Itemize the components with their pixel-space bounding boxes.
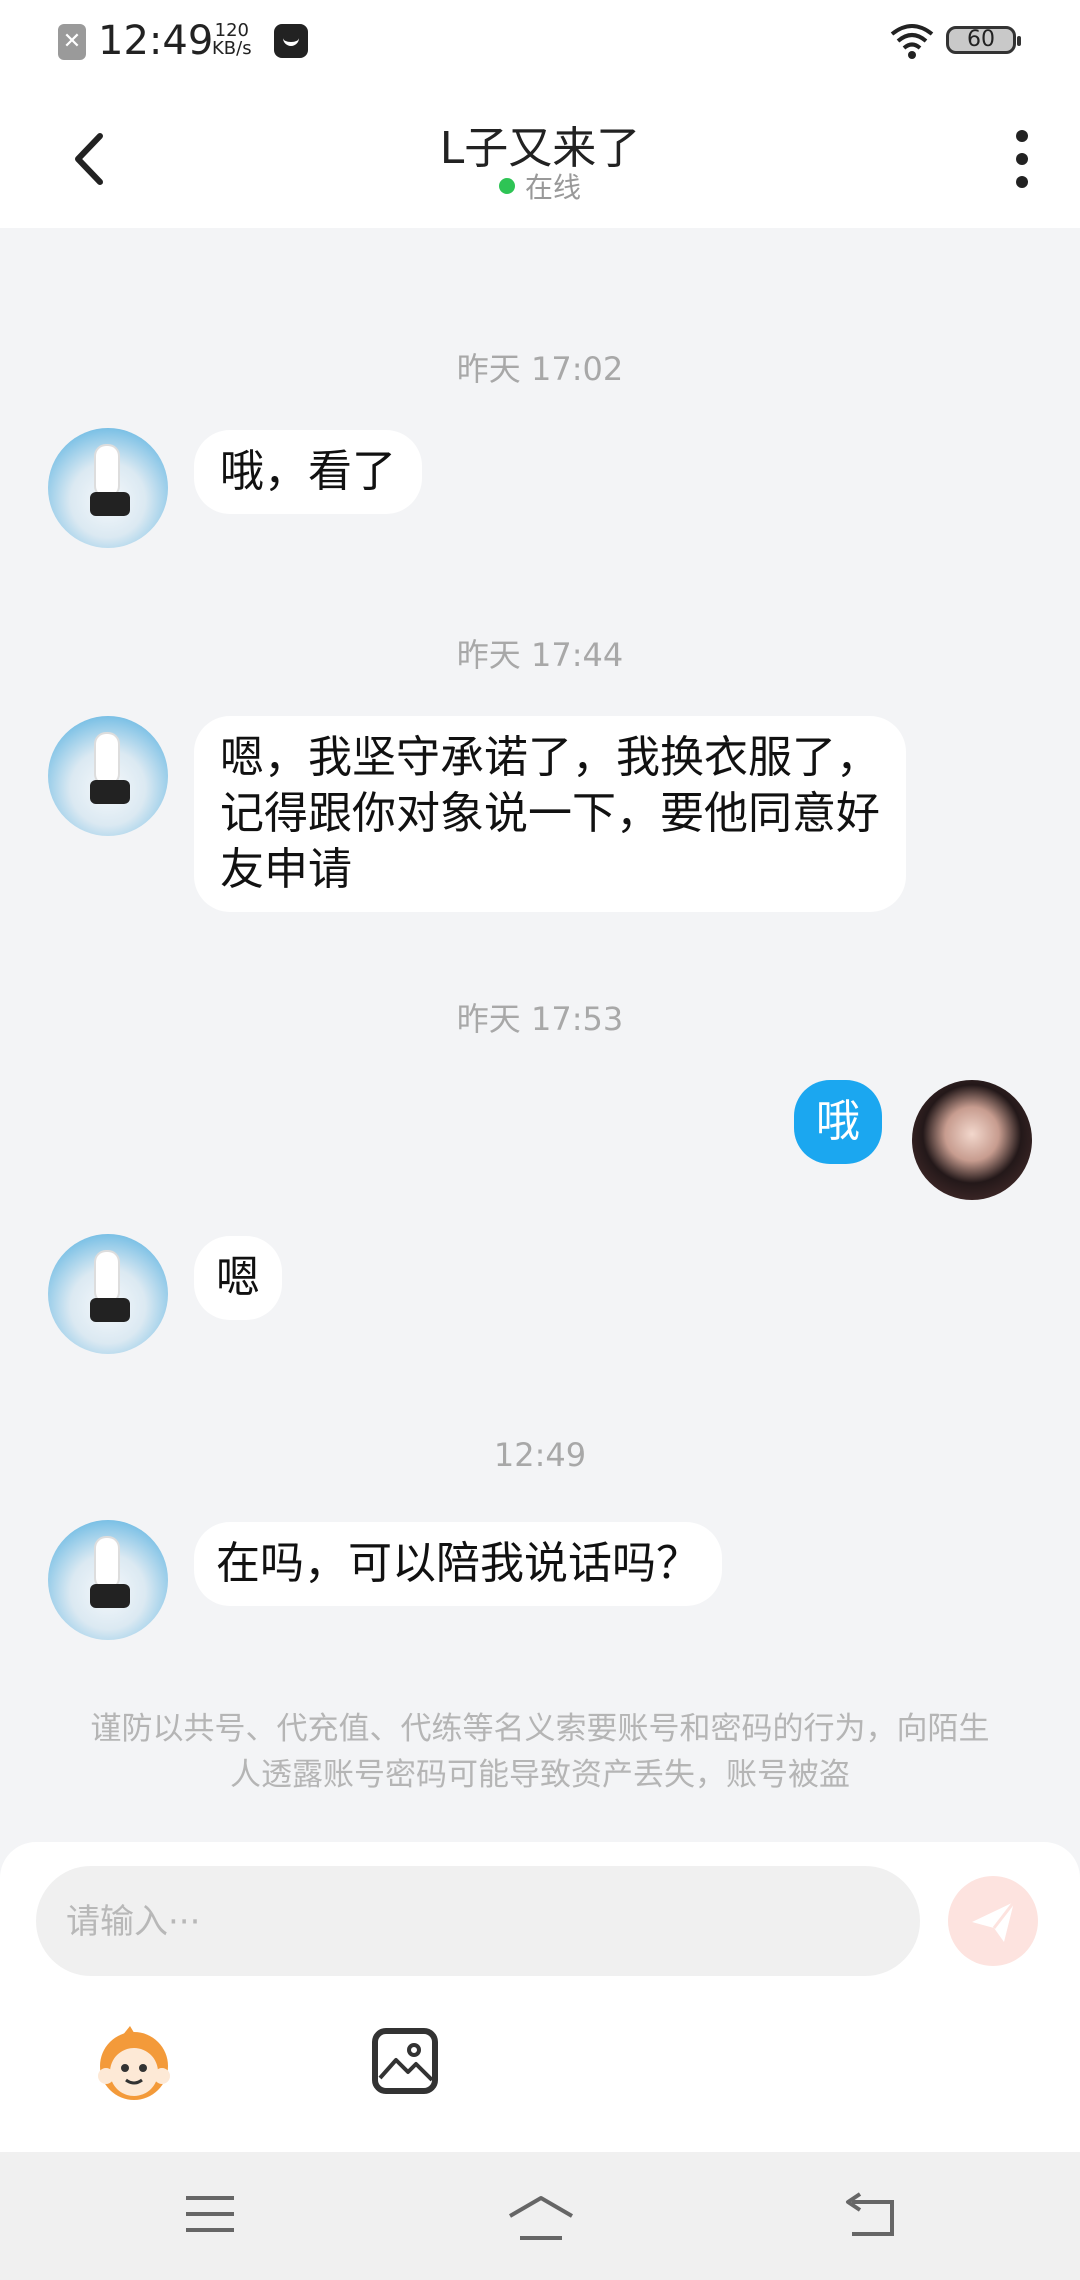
message-notification-icon (274, 24, 308, 58)
message-bubble[interactable]: 在吗，可以陪我说话吗？ (194, 1522, 722, 1606)
online-dot-icon (498, 178, 515, 194)
wifi-icon (890, 24, 934, 59)
more-options-button[interactable] (1004, 124, 1040, 194)
image-button[interactable] (372, 2028, 438, 2094)
timestamp: 昨天 17:02 (456, 350, 624, 388)
back-icon[interactable] (842, 2192, 898, 2238)
paper-plane-icon (972, 1901, 1016, 1942)
network-speed: 120 KB/s (212, 22, 252, 58)
network-speed-unit: KB/s (212, 38, 252, 59)
emoji-button[interactable] (92, 2022, 176, 2106)
contact-avatar[interactable] (48, 1520, 168, 1640)
timestamp: 昨天 17:44 (456, 636, 624, 674)
chat-message-list[interactable]: 昨天 17:02 哦，看了 昨天 17:44 嗯，我坚守承诺了，我换衣服了，记得… (0, 228, 1080, 1838)
message-input[interactable] (64, 1866, 888, 1978)
notification-icon: ✕ (58, 24, 86, 60)
input-panel (0, 1842, 1080, 2152)
timestamp: 昨天 17:53 (456, 1000, 624, 1038)
my-avatar[interactable] (912, 1080, 1032, 1200)
contact-avatar[interactable] (48, 716, 168, 836)
security-notice: 谨防以共号、代充值、代练等名义索要账号和密码的行为，向陌生人透露账号密码可能导致… (90, 1711, 990, 1793)
system-nav-bar (0, 2152, 1080, 2280)
menu-icon[interactable] (184, 2194, 236, 2234)
message-bubble[interactable]: 哦，看了 (194, 430, 422, 514)
message-input-container[interactable] (36, 1866, 920, 1978)
image-icon (378, 2043, 434, 2082)
home-icon[interactable] (506, 2192, 576, 2242)
message-bubble[interactable]: 嗯，我坚守承诺了，我换衣服了，记得跟你对象说一下，要他同意好友申请 (194, 716, 906, 912)
online-status-label: 在线 (524, 171, 581, 204)
status-bar: ✕ 12:49 120 KB/s 60 (0, 0, 1080, 84)
online-status: 在线 (0, 166, 1080, 206)
contact-avatar[interactable] (48, 428, 168, 548)
message-bubble[interactable]: 嗯 (194, 1236, 282, 1320)
chat-header: L子又来了 在线 (0, 84, 1080, 228)
status-time: 12:49 (98, 18, 214, 64)
contact-avatar[interactable] (48, 1234, 168, 1354)
battery-indicator: 60 (946, 26, 1021, 54)
timestamp: 12:49 (493, 1436, 587, 1474)
my-message-bubble[interactable]: 哦 (794, 1080, 882, 1164)
send-button[interactable] (948, 1876, 1038, 1966)
